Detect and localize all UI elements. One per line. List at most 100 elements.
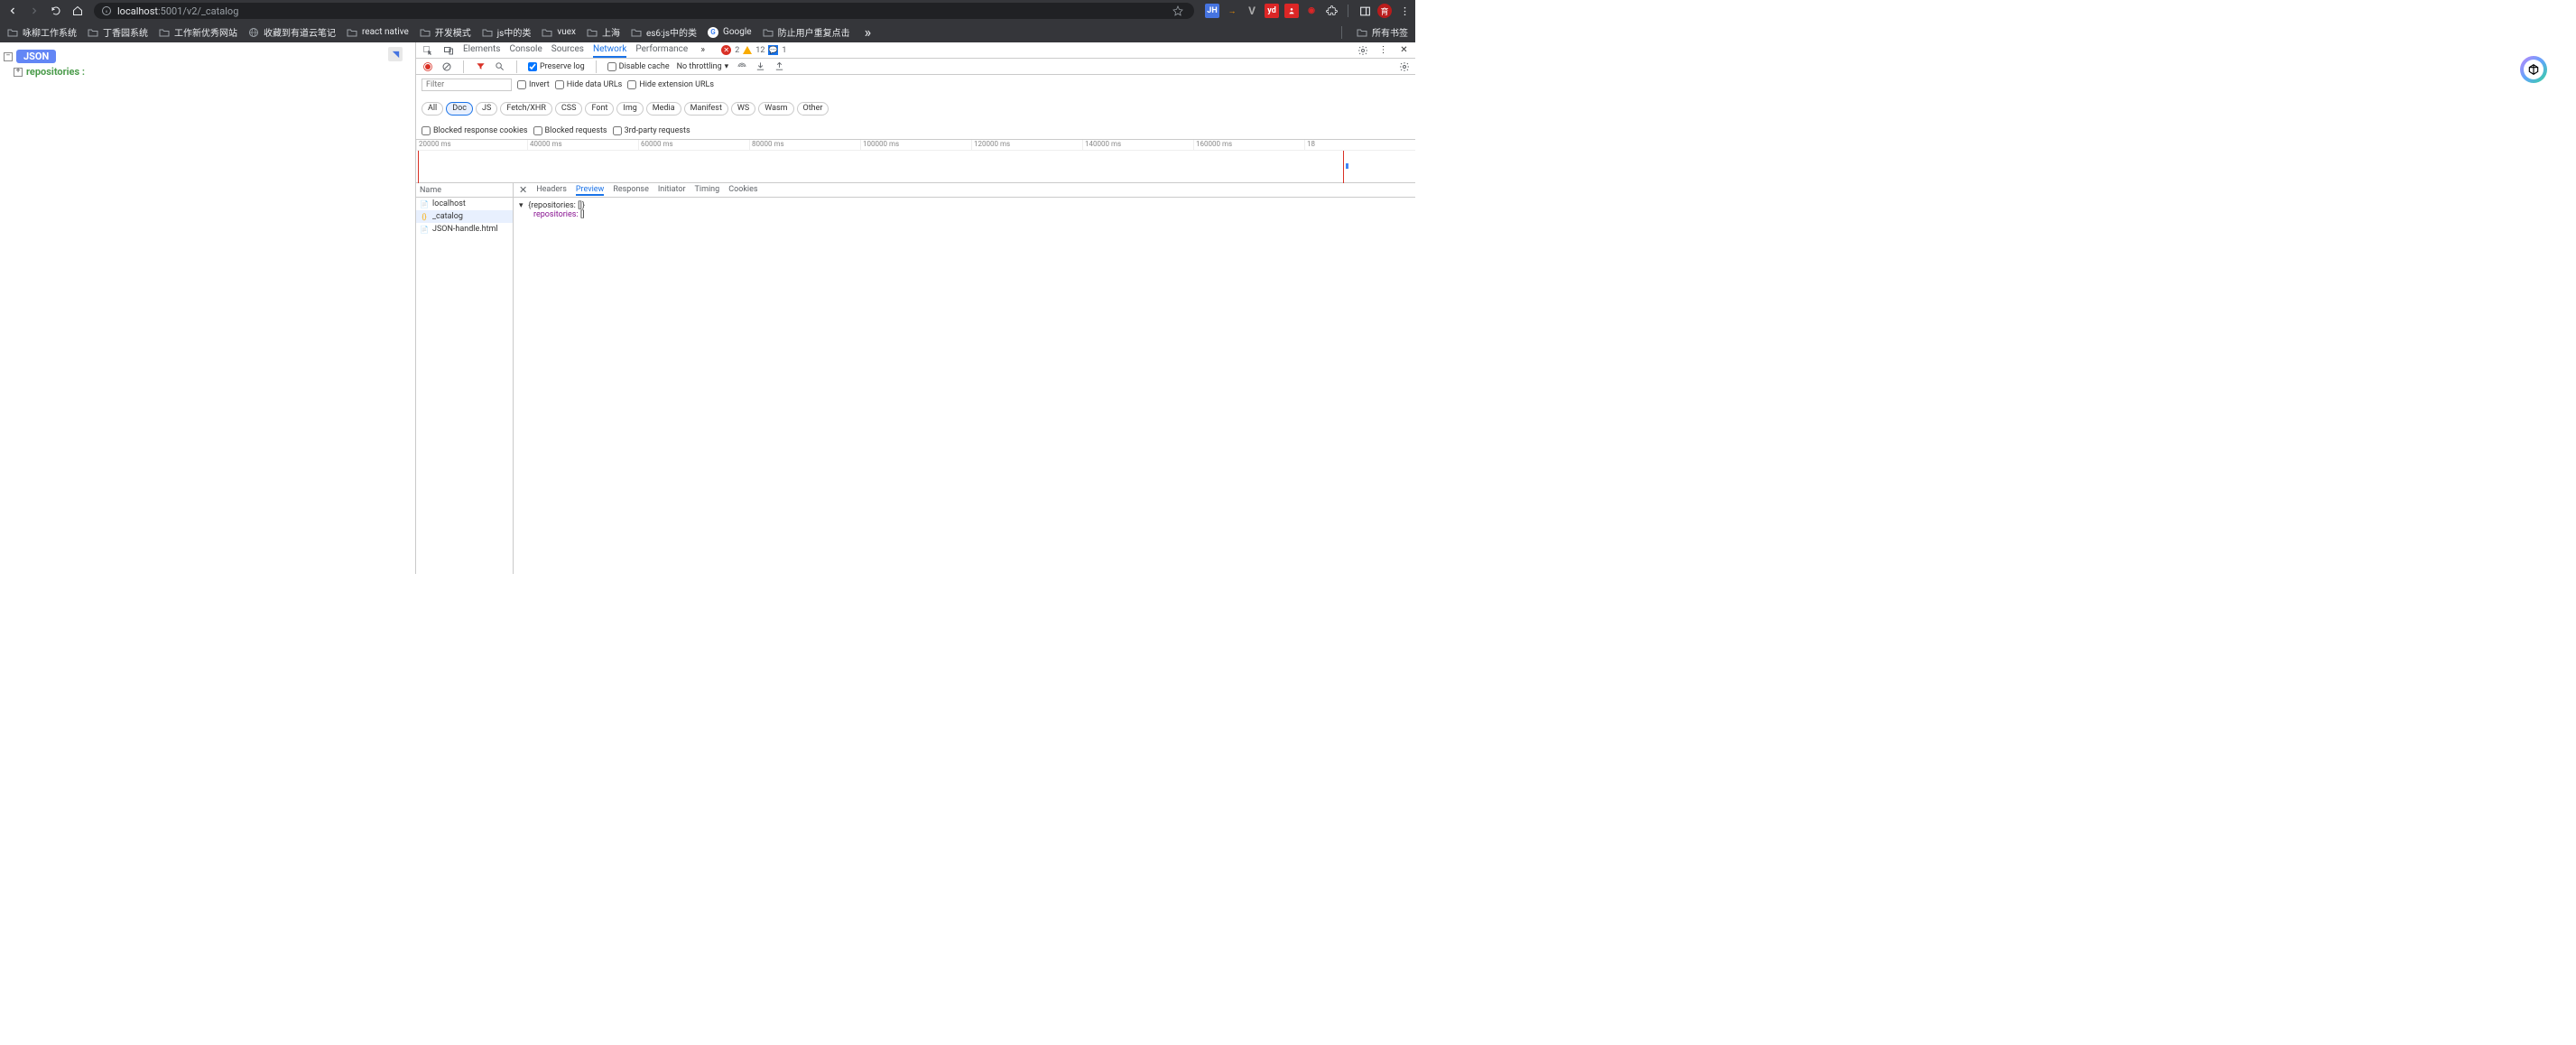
page-content: − JSON + repositories : bbox=[0, 42, 415, 574]
network-conditions-icon[interactable] bbox=[736, 60, 747, 72]
filter-chip-img[interactable]: Img bbox=[616, 102, 643, 116]
search-icon[interactable] bbox=[494, 60, 505, 72]
bookmark-item[interactable]: 收藏到有道云笔记 bbox=[248, 25, 336, 39]
filter-chip-css[interactable]: CSS bbox=[555, 102, 583, 116]
filter-chip-other[interactable]: Other bbox=[797, 102, 829, 116]
network-request-row[interactable]: {}_catalog bbox=[416, 210, 513, 223]
devtools-tab-elements[interactable]: Elements bbox=[463, 42, 500, 58]
bookmark-star-icon[interactable] bbox=[1169, 2, 1187, 20]
preview-summary[interactable]: {repositories: []} bbox=[528, 201, 585, 210]
home-button[interactable] bbox=[69, 2, 87, 20]
disable-cache-checkbox[interactable]: Disable cache bbox=[607, 62, 670, 71]
bookmark-item[interactable]: 开发模式 bbox=[420, 25, 471, 39]
issue-badge-icon[interactable]: 💬 bbox=[768, 45, 778, 55]
site-info-icon[interactable] bbox=[101, 5, 112, 16]
record-button[interactable] bbox=[422, 60, 433, 72]
network-request-row[interactable]: 📄JSON-handle.html bbox=[416, 223, 513, 236]
warning-badge-icon[interactable] bbox=[743, 46, 752, 54]
filter-chip-all[interactable]: All bbox=[422, 102, 443, 116]
forward-button[interactable] bbox=[25, 2, 43, 20]
import-har-icon[interactable] bbox=[755, 60, 766, 72]
detail-close-icon[interactable]: ✕ bbox=[519, 184, 527, 196]
filter-chip-font[interactable]: Font bbox=[585, 102, 614, 116]
detail-tab-cookies[interactable]: Cookies bbox=[728, 185, 757, 196]
bookmark-item[interactable]: vuex bbox=[542, 27, 576, 37]
hide-data-urls-checkbox[interactable]: Hide data URLs bbox=[555, 80, 623, 89]
export-har-icon[interactable] bbox=[774, 60, 785, 72]
filter-chip-js[interactable]: JS bbox=[476, 102, 497, 116]
detail-tab-response[interactable]: Response bbox=[613, 185, 649, 196]
bookmark-item[interactable]: GGoogle bbox=[708, 27, 752, 38]
json-key-repositories[interactable]: repositories : bbox=[26, 66, 85, 78]
devtools-menu-icon[interactable]: ⋮ bbox=[1377, 44, 1389, 56]
side-panel-icon[interactable] bbox=[1357, 4, 1372, 18]
bookmarks-overflow-icon[interactable]: » bbox=[865, 23, 872, 41]
preview-caret-icon[interactable]: ▾ bbox=[519, 201, 526, 210]
devtools-tab-performance[interactable]: Performance bbox=[635, 42, 688, 58]
bookmark-item[interactable]: react native bbox=[347, 27, 409, 37]
reload-button[interactable] bbox=[47, 2, 65, 20]
devtools-tab-sources[interactable]: Sources bbox=[551, 42, 584, 58]
blocked-cookies-checkbox[interactable]: Blocked response cookies bbox=[422, 126, 528, 135]
devtools-close-icon[interactable]: ✕ bbox=[1398, 44, 1410, 56]
extension-yd[interactable]: yd bbox=[1265, 4, 1279, 18]
bookmark-item[interactable]: 上海 bbox=[587, 25, 620, 39]
bookmark-item[interactable]: 咏柳工作系统 bbox=[7, 25, 77, 39]
back-button[interactable] bbox=[4, 2, 22, 20]
invert-checkbox[interactable]: Invert bbox=[517, 80, 550, 89]
filter-icon[interactable] bbox=[475, 60, 486, 72]
filter-input[interactable] bbox=[422, 79, 512, 91]
filter-chip-wasm[interactable]: Wasm bbox=[758, 102, 793, 116]
third-party-checkbox[interactable]: 3rd-party requests bbox=[613, 126, 690, 135]
blocked-requests-checkbox[interactable]: Blocked requests bbox=[533, 126, 607, 135]
extension-v[interactable]: V bbox=[1245, 4, 1259, 18]
chrome-menu-icon[interactable] bbox=[1397, 4, 1412, 18]
profile-avatar[interactable]: 育 bbox=[1377, 4, 1392, 18]
filter-chip-media[interactable]: Media bbox=[646, 102, 681, 116]
devtools-tab-network[interactable]: Network bbox=[593, 42, 626, 58]
detail-tab-timing[interactable]: Timing bbox=[695, 185, 720, 196]
floating-logo-button[interactable] bbox=[2520, 56, 2547, 83]
device-toolbar-icon[interactable] bbox=[442, 44, 454, 56]
devtools-tab-console[interactable]: Console bbox=[509, 42, 542, 58]
bookmark-item[interactable]: js中的类 bbox=[482, 25, 532, 39]
hide-extension-urls-checkbox[interactable]: Hide extension URLs bbox=[627, 80, 714, 89]
filter-chip-doc[interactable]: Doc bbox=[446, 102, 473, 116]
throttling-dropdown[interactable]: No throttling ▾ bbox=[677, 62, 729, 71]
bookmark-item[interactable]: 防止用户重复点击 bbox=[763, 25, 850, 39]
preview-key[interactable]: repositories: bbox=[533, 210, 580, 219]
jsonhandle-corner-icon[interactable] bbox=[388, 47, 403, 61]
bookmark-item[interactable]: es6:js中的类 bbox=[631, 25, 697, 39]
extension-jh[interactable]: JH bbox=[1205, 4, 1219, 18]
extension-icons: JH → V yd ◉ 育 bbox=[1205, 4, 1412, 18]
tree-collapse-icon[interactable]: − bbox=[4, 52, 13, 61]
bookmark-item[interactable]: 丁香园系统 bbox=[88, 25, 148, 39]
detail-tab-preview[interactable]: Preview bbox=[576, 185, 604, 196]
detail-tab-headers[interactable]: Headers bbox=[536, 185, 567, 196]
browser-toolbar: localhost:5001/v2/_catalog JH → V yd ◉ 育 bbox=[0, 0, 1415, 22]
extensions-puzzle-icon[interactable] bbox=[1324, 4, 1339, 18]
detail-tab-initiator[interactable]: Initiator bbox=[658, 185, 686, 196]
name-column-header[interactable]: Name bbox=[416, 183, 513, 198]
clear-button[interactable] bbox=[440, 60, 452, 72]
extension-arrow-icon[interactable]: → bbox=[1225, 4, 1239, 18]
filter-chip-fetch-xhr[interactable]: Fetch/XHR bbox=[500, 102, 552, 116]
error-badge-icon[interactable]: ✕ bbox=[721, 45, 731, 55]
tabs-overflow-icon[interactable]: » bbox=[697, 44, 709, 56]
extension-red-icon[interactable] bbox=[1284, 4, 1299, 18]
bookmark-item[interactable]: 工作新优秀网站 bbox=[159, 25, 237, 39]
address-bar[interactable]: localhost:5001/v2/_catalog bbox=[94, 3, 1194, 19]
network-timeline[interactable]: 20000 ms40000 ms60000 ms80000 ms100000 m… bbox=[416, 140, 1415, 183]
network-request-row[interactable]: 📄localhost bbox=[416, 198, 513, 210]
network-settings-icon[interactable] bbox=[1398, 60, 1410, 72]
inspect-element-icon[interactable] bbox=[422, 44, 433, 56]
filter-chip-manifest[interactable]: Manifest bbox=[684, 102, 728, 116]
document-file-icon: 📄 bbox=[420, 225, 429, 234]
extension-spiral-icon[interactable]: ◉ bbox=[1304, 4, 1319, 18]
preserve-log-checkbox[interactable]: Preserve log bbox=[528, 62, 585, 71]
all-bookmarks-button[interactable]: 所有书签 bbox=[1357, 25, 1408, 39]
tree-expand-icon[interactable]: + bbox=[14, 68, 23, 77]
settings-gear-icon[interactable] bbox=[1357, 44, 1368, 56]
preview-value: [] bbox=[580, 210, 585, 219]
filter-chip-ws[interactable]: WS bbox=[731, 102, 755, 116]
